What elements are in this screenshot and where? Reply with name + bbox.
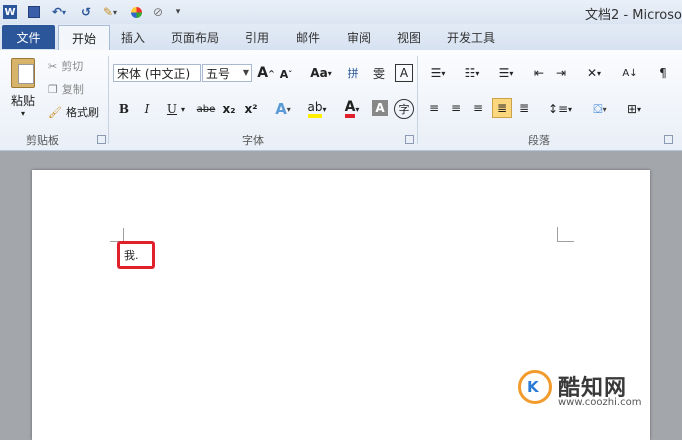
- strikethrough-button[interactable]: abe: [194, 100, 218, 118]
- tab-view[interactable]: 视图: [397, 29, 421, 46]
- italic-button[interactable]: I: [139, 100, 155, 118]
- align-center-icon[interactable]: ≡: [448, 100, 464, 116]
- title-bar: W ↶ ▾ ↺ ✎ ▾ ⊘ ▾ 文档2 - Microso: [0, 0, 682, 24]
- watermark-logo-icon: K: [518, 370, 552, 404]
- chinese-layout-icon[interactable]: ✕ ▾: [582, 64, 606, 82]
- highlight-color-icon[interactable]: ab ▾: [302, 99, 332, 119]
- margin-mark-top-left: [123, 228, 124, 242]
- document-title: 文档2 - Microso: [585, 8, 682, 23]
- clipboard-launcher-icon[interactable]: [97, 135, 106, 144]
- font-name-value: 宋体 (中文正): [117, 66, 191, 81]
- grow-font-button[interactable]: A ^: [257, 64, 275, 82]
- numbering-icon[interactable]: ☷ ▾: [458, 64, 486, 82]
- paste-dropdown-icon: ▾: [20, 109, 25, 118]
- borders-icon[interactable]: ⊞ ▾: [620, 100, 648, 118]
- margin-mark-top-right: [557, 241, 574, 242]
- character-border-icon[interactable]: A: [395, 64, 413, 82]
- margin-mark-top-right: [557, 227, 558, 242]
- sort-icon[interactable]: A↓: [620, 64, 640, 82]
- character-shading-icon[interactable]: A: [372, 100, 388, 116]
- format-painter-icon[interactable]: ✎ ▾: [98, 3, 122, 21]
- font-launcher-icon[interactable]: [405, 135, 414, 144]
- brush-icon: 🖌: [48, 105, 62, 119]
- font-group-label: 字体: [242, 134, 264, 147]
- ribbon-tabs: 文件 开始 插入 页面布局 引用 邮件 审阅 视图 开发工具: [0, 24, 682, 51]
- shrink-font-button[interactable]: Aˇ: [278, 66, 294, 82]
- line-spacing-icon[interactable]: ↕≡ ▾: [546, 100, 574, 118]
- tab-page-layout[interactable]: 页面布局: [171, 29, 219, 46]
- show-marks-icon[interactable]: ¶: [656, 64, 670, 82]
- font-color-icon[interactable]: A ▾: [338, 99, 366, 119]
- clipboard-group-label: 剪贴板: [26, 134, 59, 147]
- draw-icon[interactable]: ⊘: [150, 3, 166, 21]
- bullets-icon[interactable]: ☰ ▾: [424, 64, 452, 82]
- change-case-button[interactable]: Aa ▾: [308, 64, 334, 82]
- justify-icon[interactable]: ≣: [492, 98, 512, 118]
- paste-button[interactable]: 粘贴 ▾: [6, 56, 40, 120]
- chevron-down-icon: ▼: [242, 68, 249, 77]
- align-right-icon[interactable]: ≡: [470, 100, 486, 116]
- font-name-select[interactable]: 宋体 (中文正): [113, 64, 201, 82]
- tab-references[interactable]: 引用: [245, 29, 269, 46]
- paragraph-group-label: 段落: [528, 134, 550, 147]
- format-painter-button[interactable]: 🖌 格式刷: [48, 104, 99, 120]
- distributed-icon[interactable]: ≣: [516, 100, 532, 116]
- format-painter-label: 格式刷: [65, 106, 99, 119]
- decrease-indent-icon[interactable]: ⇤: [530, 64, 548, 82]
- tab-insert[interactable]: 插入: [121, 29, 145, 46]
- paragraph-launcher-icon[interactable]: [664, 135, 673, 144]
- word-logo-icon[interactable]: W: [2, 3, 18, 21]
- text-effects-icon[interactable]: A ▾: [270, 99, 296, 119]
- font-size-select[interactable]: 五号 ▼: [202, 64, 252, 82]
- shading-icon[interactable]: ⛋ ▾: [586, 100, 614, 118]
- align-left-icon[interactable]: ≡: [426, 100, 442, 116]
- divider: [108, 56, 109, 144]
- highlight-box: [117, 241, 155, 269]
- color-icon[interactable]: [128, 3, 144, 21]
- paste-label: 粘贴: [10, 94, 35, 108]
- tab-review[interactable]: 审阅: [347, 29, 371, 46]
- bold-button[interactable]: B: [116, 100, 132, 118]
- cut-label: 剪切: [61, 60, 84, 73]
- tab-home[interactable]: 开始: [58, 25, 110, 51]
- phonetic-guide-icon[interactable]: 雯: [370, 64, 388, 82]
- tab-developer[interactable]: 开发工具: [447, 29, 495, 46]
- enclose-characters-icon[interactable]: 字: [394, 99, 414, 119]
- clipboard-icon: [11, 58, 35, 88]
- clear-format-icon[interactable]: 拼: [344, 64, 362, 82]
- copy-button[interactable]: ❐ 复制: [48, 81, 84, 97]
- tab-file[interactable]: 文件: [2, 25, 55, 49]
- copy-icon: ❐: [48, 82, 58, 96]
- multilevel-list-icon[interactable]: ☰ ▾: [492, 64, 520, 82]
- undo-icon[interactable]: ↶ ▾: [48, 3, 70, 21]
- cut-button[interactable]: ✂ 剪切: [48, 58, 83, 74]
- superscript-button[interactable]: x²: [242, 100, 260, 118]
- watermark-url: www.coozhi.com: [558, 397, 642, 408]
- increase-indent-icon[interactable]: ⇥: [552, 64, 570, 82]
- subscript-button[interactable]: x₂: [220, 100, 238, 118]
- repeat-icon[interactable]: ↺: [78, 3, 94, 21]
- ribbon: 粘贴 ▾ ✂ 剪切 ❐ 复制 🖌 格式刷 剪贴板 宋体 (中文正) 五号 ▼ A ^ Aˇ…: [0, 50, 682, 151]
- font-size-value: 五号: [206, 66, 231, 81]
- tab-mailings[interactable]: 邮件: [296, 29, 320, 46]
- copy-label: 复制: [61, 83, 84, 96]
- watermark-logo-letter: K: [527, 378, 539, 396]
- save-icon[interactable]: [26, 3, 42, 21]
- scissors-icon: ✂: [48, 59, 58, 73]
- customize-icon[interactable]: ▾: [172, 3, 184, 21]
- underline-button[interactable]: U ▾: [162, 100, 190, 118]
- divider: [417, 56, 418, 144]
